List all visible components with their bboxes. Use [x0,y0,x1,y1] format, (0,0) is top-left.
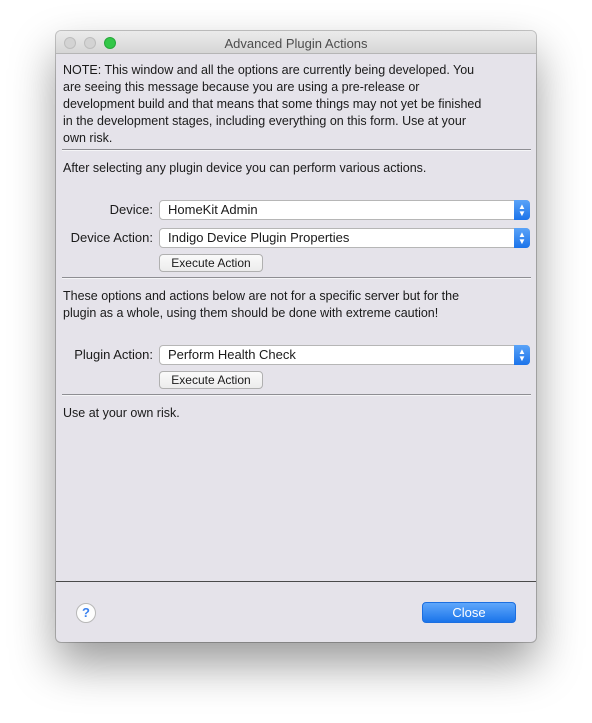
note-line: are seeing this message because you are … [63,80,420,94]
device-action-popup-value: Indigo Device Plugin Properties [168,230,350,245]
execute-plugin-action-button[interactable]: Execute Action [159,371,263,389]
up-down-chevron-icon: ▲ ▼ [514,200,530,220]
note-line: own risk. [63,131,113,145]
note-line: development build and that means that so… [63,97,482,111]
plugin-action-popup-value: Perform Health Check [168,347,296,362]
plugin-intro-line: These options and actions below are not … [63,289,460,303]
separator [62,149,531,151]
title-bar[interactable]: Advanced Plugin Actions [56,31,536,54]
separator [62,277,531,279]
separator [62,394,531,396]
footer-separator [56,581,536,582]
device-section-intro: After selecting any plugin device you ca… [63,161,427,175]
plugin-section-intro: These options and actions below are not … [63,288,531,322]
plugin-intro-line: plugin as a whole, using them should be … [63,306,439,320]
device-action-label: Device Action: [70,230,153,245]
execute-device-action-button[interactable]: Execute Action [159,254,263,272]
up-down-chevron-icon: ▲ ▼ [514,228,530,248]
device-popup[interactable]: HomeKit Admin ▲ ▼ [159,200,530,220]
note-line: NOTE: This window and all the options ar… [63,63,475,77]
device-action-popup[interactable]: Indigo Device Plugin Properties ▲ ▼ [159,228,530,248]
note-text: NOTE: This window and all the options ar… [63,62,531,147]
footer-warning: Use at your own risk. [63,406,180,420]
help-button[interactable]: ? [76,603,96,623]
up-down-chevron-icon: ▲ ▼ [514,345,530,365]
advanced-plugin-actions-window: Advanced Plugin Actions NOTE: This windo… [56,31,536,642]
question-mark-icon: ? [82,605,90,620]
close-button[interactable]: Close [422,602,516,623]
plugin-action-popup[interactable]: Perform Health Check ▲ ▼ [159,345,530,365]
plugin-action-label: Plugin Action: [74,347,153,362]
note-line: in the development stages, including eve… [63,114,466,128]
device-label: Device: [109,202,153,217]
device-popup-value: HomeKit Admin [168,202,258,217]
window-title: Advanced Plugin Actions [224,36,368,51]
